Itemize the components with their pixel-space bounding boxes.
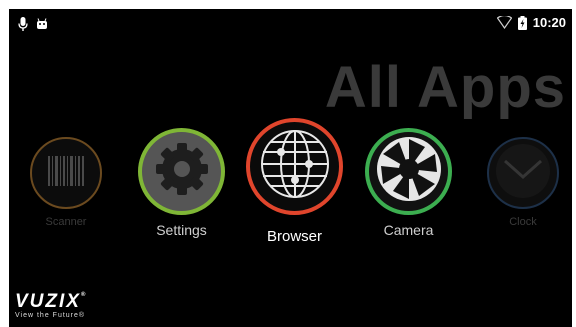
gear-icon [150, 137, 214, 206]
app-settings[interactable]: Settings [138, 128, 225, 238]
app-icon-ring [138, 128, 225, 215]
app-camera[interactable]: Camera [365, 128, 452, 238]
globe-icon [255, 124, 335, 209]
home-screen: 10:20 All Apps Scanner Settings Browser … [9, 9, 572, 327]
status-bar-left [18, 17, 48, 31]
wifi-icon [496, 16, 512, 29]
app-icon-ring [246, 118, 343, 215]
clock-time: 10:20 [532, 15, 566, 30]
android-icon [36, 18, 48, 30]
barcode-icon [46, 154, 86, 193]
page-title: All Apps [324, 55, 566, 120]
app-icon-ring [365, 128, 452, 215]
app-clock[interactable]: Clock [487, 137, 559, 228]
microphone-icon [18, 17, 28, 31]
aperture-icon [373, 133, 445, 210]
vuzix-logo: VUZIX® View the Future® [15, 292, 87, 319]
clock-icon [493, 141, 553, 206]
logo-tagline: View the Future® [15, 312, 86, 319]
app-scanner[interactable]: Scanner [30, 137, 102, 228]
status-bar-right: 10:20 [496, 15, 566, 30]
app-browser[interactable]: Browser [246, 118, 343, 245]
logo-wordmark: VUZIX® [15, 291, 88, 312]
battery-charging-icon [517, 15, 527, 30]
app-label: Clock [509, 216, 537, 228]
app-icon-ring [30, 137, 102, 209]
app-icon-ring [487, 137, 559, 209]
